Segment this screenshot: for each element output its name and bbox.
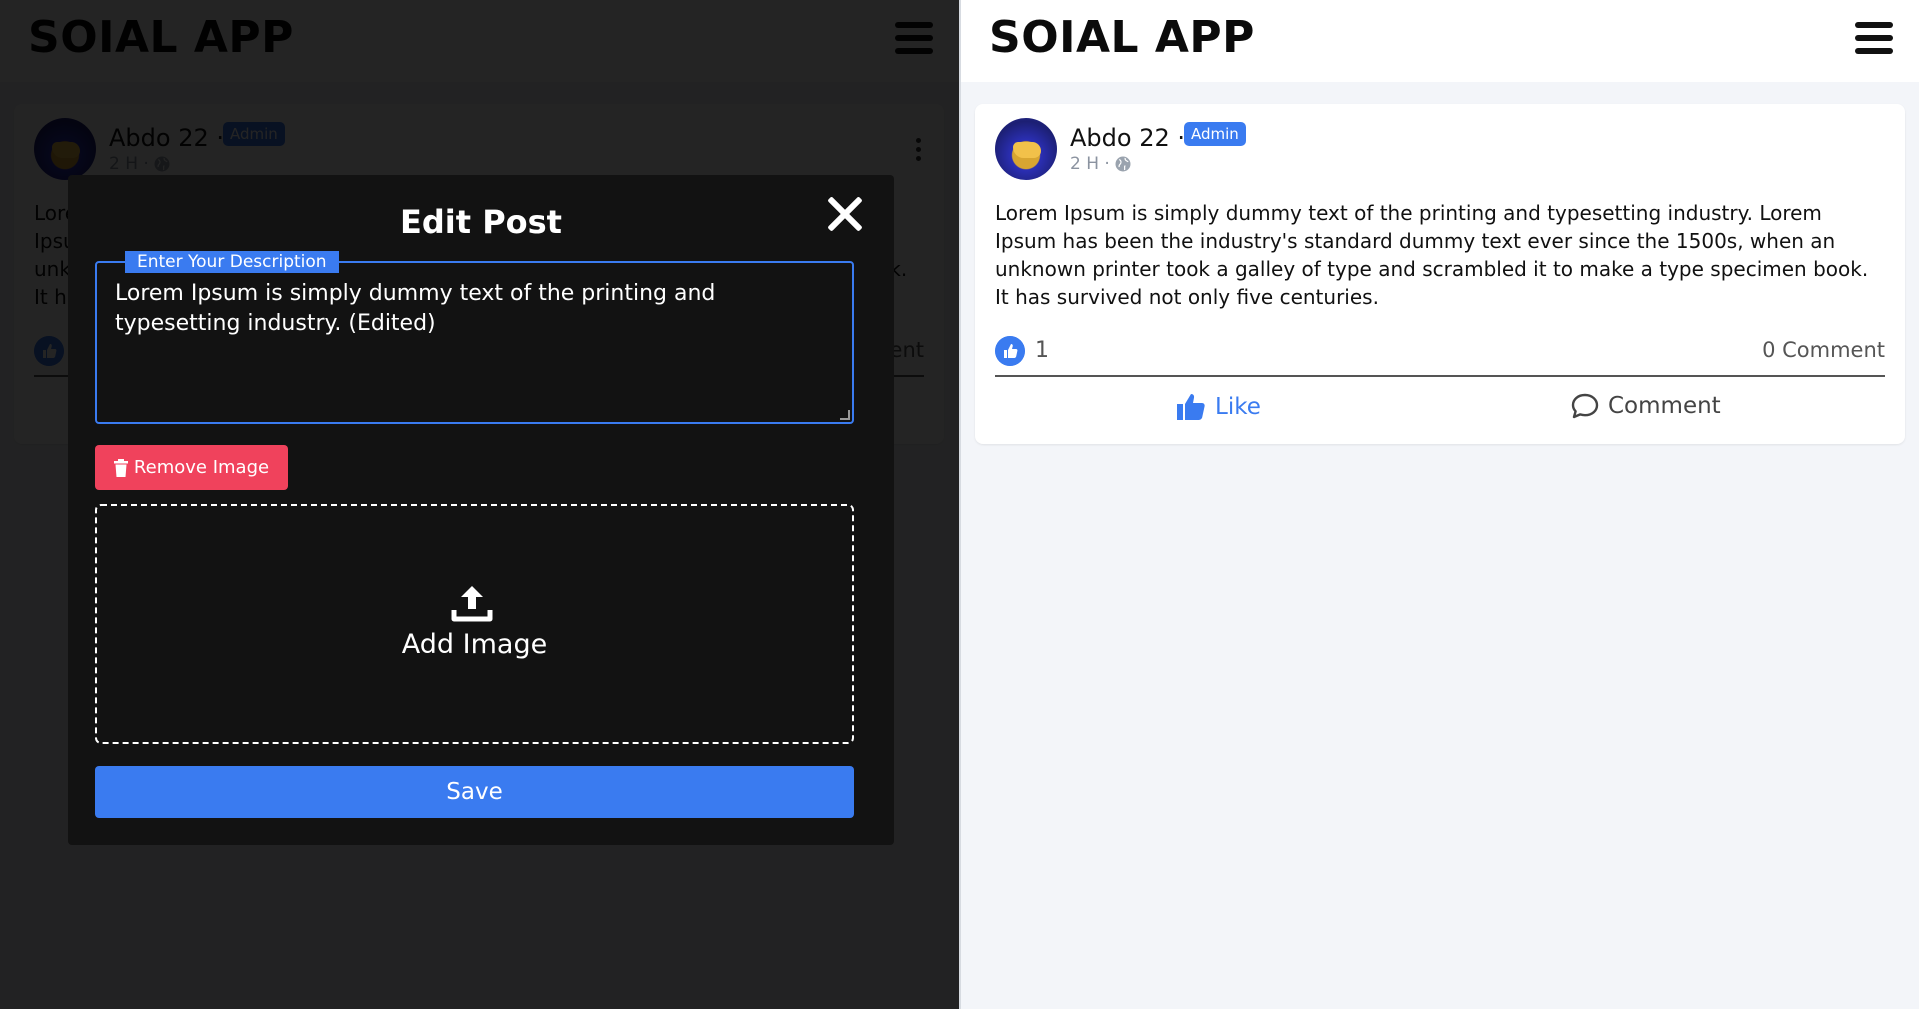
add-image-dropzone[interactable]: Add Image [95,504,854,744]
like-count: 1 [1035,338,1049,363]
menu-icon[interactable] [1855,22,1893,54]
save-button[interactable]: Save [95,766,854,818]
post-card: Abdo 22 · Admin 2 H · Lorem Ipsum is sim… [975,104,1905,444]
like-label: Like [1215,394,1261,420]
comment-count[interactable]: 0 Comment [1762,338,1885,362]
resize-handle[interactable] [840,410,850,420]
post-meta: 2 H · [1070,154,1132,174]
right-panel: SOIAL APP Abdo 22 · Admin 2 H · Lorem Ip… [961,0,1919,1009]
post-time: 2 H · [1070,154,1110,174]
comment-icon [1571,393,1599,419]
like-button[interactable]: Like [1175,392,1261,422]
edit-post-modal: Edit Post Enter Your Description Lorem I… [68,175,894,845]
app-title: SOIAL APP [989,12,1255,63]
avatar[interactable] [995,118,1057,180]
remove-image-button[interactable]: Remove Image [95,445,288,490]
left-panel: SOIAL APP Abdo 22 · Admin 2 H · Lorem Ip… [0,0,959,1009]
description-label: Enter Your Description [125,251,339,273]
trash-icon [113,458,128,477]
post-text: Lorem Ipsum is simply dummy text of the … [995,201,1869,309]
thumbs-up-icon [995,336,1025,366]
app-header: SOIAL APP [961,0,1919,82]
modal-title: Edit Post [400,203,562,241]
comment-label: Comment [1608,393,1721,419]
globe-icon [1115,156,1131,172]
action-divider [995,375,1885,377]
actions-row: Like Comment [995,384,1885,434]
thumbs-up-icon [1177,394,1205,420]
close-icon[interactable] [826,195,864,233]
author-name[interactable]: Abdo 22 · [1070,124,1185,152]
admin-badge: Admin [1184,122,1246,146]
upload-icon [451,586,493,622]
description-textarea[interactable]: Lorem Ipsum is simply dummy text of the … [115,279,815,339]
reactions-row: 1 0 Comment [995,334,1885,368]
remove-image-label: Remove Image [133,457,270,478]
comment-button[interactable]: Comment [1570,392,1721,420]
description-field[interactable]: Enter Your Description Lorem Ipsum is si… [95,251,854,424]
add-image-label: Add Image [401,629,548,660]
